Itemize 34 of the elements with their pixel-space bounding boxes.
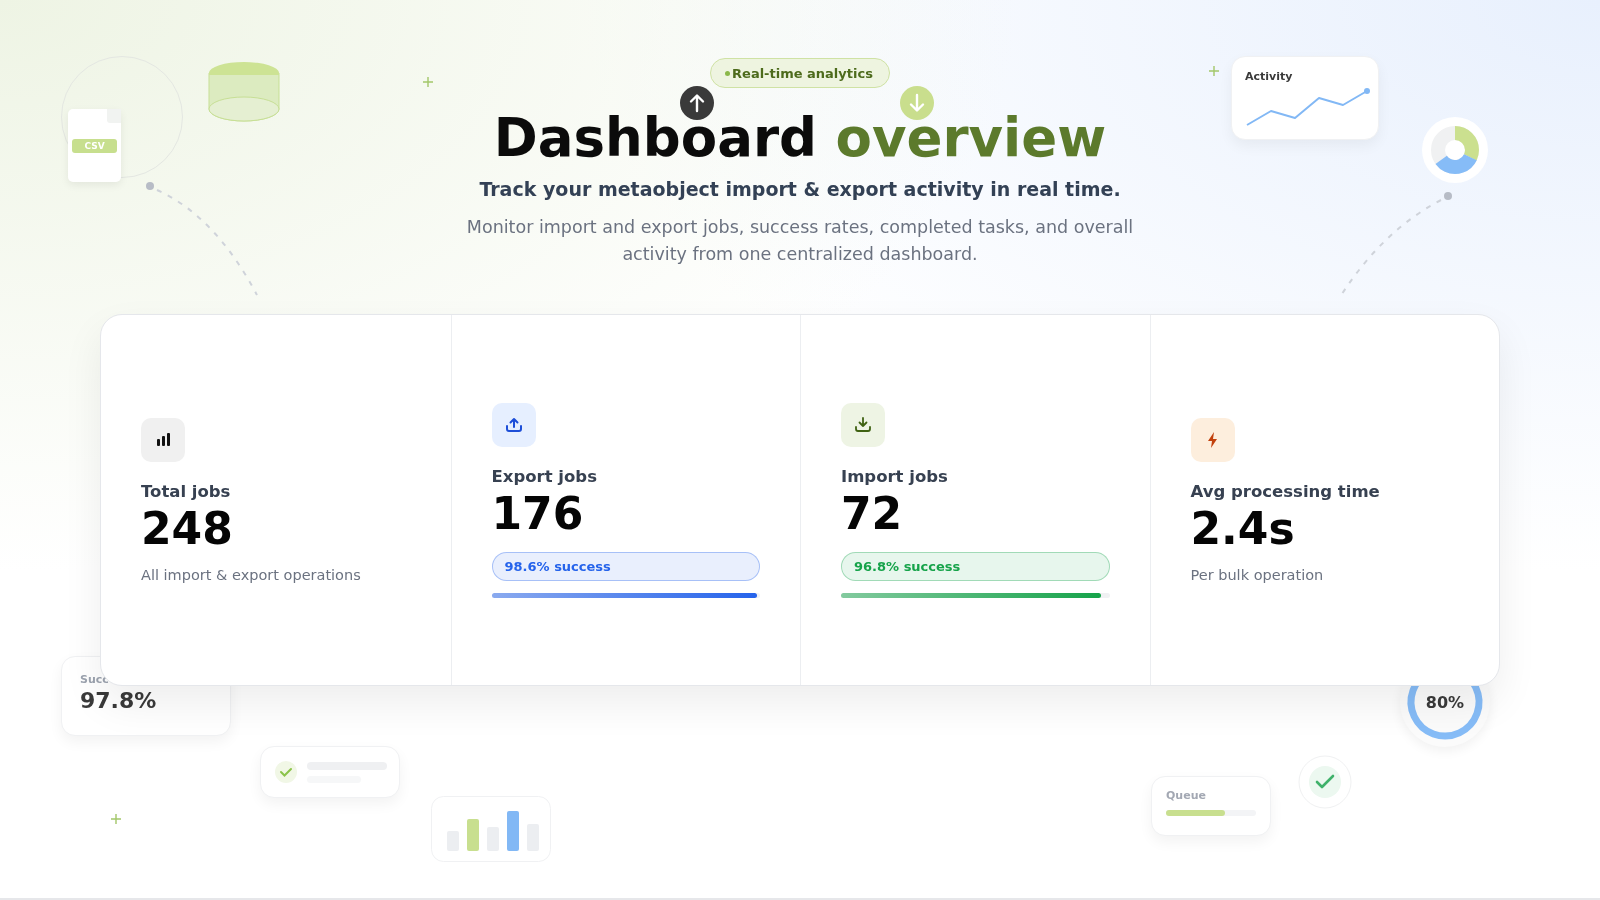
- bar-chart-icon: [141, 417, 185, 462]
- lightning-icon: [1190, 417, 1235, 462]
- metric-value: 97.8%: [80, 688, 158, 713]
- status-dot: [725, 70, 731, 76]
- badge: Real-time analytics: [710, 58, 890, 88]
- stat-value: 72: [841, 487, 904, 540]
- file-type-label: CSV: [72, 138, 117, 153]
- stat-value: 248: [141, 502, 234, 555]
- download-icon: [841, 402, 885, 447]
- donut-chart-icon: [1421, 116, 1489, 184]
- stat-caption: Per bulk operation: [1190, 566, 1325, 583]
- progress-value: 80%: [1425, 692, 1465, 712]
- stat-label: Total jobs: [141, 481, 232, 501]
- sparkle-icon: [1209, 66, 1219, 76]
- upload-icon: [491, 402, 536, 447]
- page-title: Dashboard overview: [493, 106, 1107, 170]
- database-icon: [208, 61, 280, 123]
- stat-value: 176: [491, 487, 585, 540]
- sparkle-icon: [111, 814, 121, 824]
- queue-label: Queue: [1166, 789, 1207, 802]
- card-title: Activity: [1245, 70, 1294, 83]
- stat-label: Import jobs: [841, 466, 949, 486]
- check-icon: [275, 761, 297, 783]
- description: Monitor import and export jobs, success rates, completed tasks, and overall activity from one centralized dashboard.: [465, 216, 1135, 266]
- stat-caption: All import & export operations: [141, 566, 362, 583]
- sparkle-icon: [423, 77, 433, 87]
- success-rate-badge: 96.8% success: [841, 551, 1110, 581]
- stat-value: 2.4s: [1190, 502, 1296, 555]
- stat-label: Avg processing time: [1190, 481, 1381, 501]
- subtitle: Track your metaobject import & export activity in real time.: [479, 178, 1121, 200]
- success-rate-badge: 98.6% success: [491, 551, 760, 581]
- stat-label: Export jobs: [491, 466, 598, 486]
- metric-label: Succ: [80, 673, 110, 686]
- check-circle-icon: [1298, 755, 1352, 809]
